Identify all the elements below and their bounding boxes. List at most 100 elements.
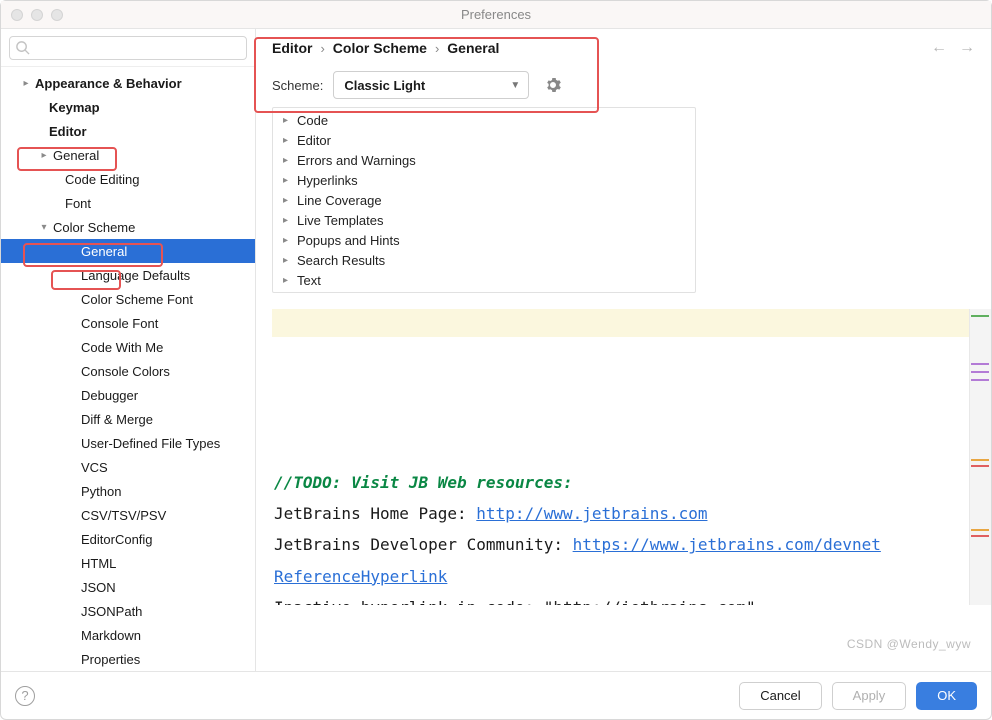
breadcrumb-editor[interactable]: Editor bbox=[272, 40, 312, 56]
tree-item-label: Console Font bbox=[79, 316, 158, 331]
chevron-right-icon: ▸ bbox=[283, 275, 293, 286]
tree-item[interactable]: VCS bbox=[1, 455, 255, 479]
cancel-button[interactable]: Cancel bbox=[739, 682, 821, 710]
category-item[interactable]: ▸Errors and Warnings bbox=[273, 150, 695, 170]
chevron-right-icon: ▸ bbox=[283, 255, 293, 266]
tree-item[interactable]: HTML bbox=[1, 551, 255, 575]
category-label: Errors and Warnings bbox=[297, 153, 416, 168]
spacer bbox=[65, 484, 79, 498]
chevron-right-icon: ▸ bbox=[283, 235, 293, 246]
spacer bbox=[65, 604, 79, 618]
tree-item[interactable]: Debugger bbox=[1, 383, 255, 407]
breadcrumb: Editor › Color Scheme › General bbox=[272, 40, 499, 56]
spacer bbox=[65, 316, 79, 330]
tree-item[interactable]: General bbox=[1, 239, 255, 263]
code-link[interactable]: ReferenceHyperlink bbox=[274, 567, 447, 586]
tree-item[interactable]: EditorConfig bbox=[1, 527, 255, 551]
watermark: CSDN @Wendy_wyw bbox=[847, 637, 971, 651]
scheme-label: Scheme: bbox=[272, 78, 323, 93]
apply-button[interactable]: Apply bbox=[832, 682, 907, 710]
tree-item[interactable]: JSONPath bbox=[1, 599, 255, 623]
help-button[interactable]: ? bbox=[15, 686, 35, 706]
window-title: Preferences bbox=[1, 7, 991, 22]
spacer bbox=[65, 268, 79, 282]
chevron-right-icon: ▸ bbox=[283, 135, 293, 146]
spacer bbox=[65, 556, 79, 570]
tree-item[interactable]: ▸General bbox=[1, 143, 255, 167]
category-item[interactable]: ▸Hyperlinks bbox=[273, 170, 695, 190]
back-icon[interactable]: ← bbox=[931, 39, 947, 57]
category-item[interactable]: ▸Code bbox=[273, 110, 695, 130]
chevron-right-icon: ▸ bbox=[283, 215, 293, 226]
tree-item-label: EditorConfig bbox=[79, 532, 153, 547]
spacer bbox=[33, 124, 47, 138]
tree-item-label: Appearance & Behavior bbox=[33, 76, 182, 91]
tree-item-label: Console Colors bbox=[79, 364, 170, 379]
category-label: Live Templates bbox=[297, 213, 383, 228]
code-link[interactable]: https://www.jetbrains.com/devnet bbox=[573, 535, 881, 554]
tree-item[interactable]: Editor bbox=[1, 119, 255, 143]
category-item[interactable]: ▸Line Coverage bbox=[273, 190, 695, 210]
category-item[interactable]: ▸ Live Templates bbox=[273, 210, 695, 230]
category-item[interactable]: ▸ Popups and Hints bbox=[273, 230, 695, 250]
body: ▸Appearance & BehaviorKeymapEditor▸Gener… bbox=[1, 29, 991, 671]
category-item[interactable]: ▸Text bbox=[273, 270, 695, 290]
tree-item[interactable]: Properties bbox=[1, 647, 255, 671]
tree-item[interactable]: CSV/TSV/PSV bbox=[1, 503, 255, 527]
code-text: " bbox=[746, 598, 756, 605]
tree-item[interactable]: JSON bbox=[1, 575, 255, 599]
tree-item[interactable]: Code With Me bbox=[1, 335, 255, 359]
category-panel[interactable]: ▸Code▸Editor▸Errors and Warnings▸Hyperli… bbox=[272, 107, 696, 293]
spacer bbox=[65, 244, 79, 258]
ok-button[interactable]: OK bbox=[916, 682, 977, 710]
tree-item[interactable]: Console Font bbox=[1, 311, 255, 335]
settings-tree[interactable]: ▸Appearance & BehaviorKeymapEditor▸Gener… bbox=[1, 67, 255, 671]
tree-item[interactable]: Font bbox=[1, 191, 255, 215]
tree-item-label: Color Scheme Font bbox=[79, 292, 193, 307]
scheme-gear-button[interactable] bbox=[539, 71, 567, 99]
tree-item-label: Font bbox=[63, 196, 91, 211]
spacer bbox=[65, 580, 79, 594]
tree-item-label: User-Defined File Types bbox=[79, 436, 220, 451]
category-item[interactable]: ▸Search Results bbox=[273, 250, 695, 270]
tree-item-label: CSV/TSV/PSV bbox=[79, 508, 166, 523]
spacer bbox=[65, 388, 79, 402]
forward-icon[interactable]: → bbox=[959, 39, 975, 57]
breadcrumb-color-scheme[interactable]: Color Scheme bbox=[333, 40, 427, 56]
tree-item[interactable]: Color Scheme Font bbox=[1, 287, 255, 311]
tree-item[interactable]: Language Defaults bbox=[1, 263, 255, 287]
spacer bbox=[65, 412, 79, 426]
chevron-down-icon: ▾ bbox=[37, 220, 51, 234]
titlebar: Preferences bbox=[1, 1, 991, 29]
category-label: Hyperlinks bbox=[297, 173, 358, 188]
category-label: Editor bbox=[297, 133, 331, 148]
tree-item-label: Language Defaults bbox=[79, 268, 190, 283]
chevron-right-icon: ▸ bbox=[37, 148, 51, 162]
main-panel: Editor › Color Scheme › General ← → Sche… bbox=[256, 29, 991, 671]
tree-item-label: Debugger bbox=[79, 388, 138, 403]
tree-item-label: Diff & Merge bbox=[79, 412, 153, 427]
search-input[interactable] bbox=[9, 36, 247, 60]
tree-item[interactable]: ▸Appearance & Behavior bbox=[1, 71, 255, 95]
tree-item[interactable]: Diff & Merge bbox=[1, 407, 255, 431]
tree-item-label: Code Editing bbox=[63, 172, 139, 187]
tree-item[interactable]: Code Editing bbox=[1, 167, 255, 191]
tree-item[interactable]: Python bbox=[1, 479, 255, 503]
spacer bbox=[65, 460, 79, 474]
scheme-select[interactable]: Classic Light ▼ bbox=[333, 71, 529, 99]
tree-item[interactable]: Keymap bbox=[1, 95, 255, 119]
tree-item-label: Markdown bbox=[79, 628, 141, 643]
tree-item[interactable]: ▾Color Scheme bbox=[1, 215, 255, 239]
code-link[interactable]: http://www.jetbrains.com bbox=[476, 504, 707, 523]
spacer bbox=[65, 532, 79, 546]
tree-item-label: JSON bbox=[79, 580, 116, 595]
spacer bbox=[33, 100, 47, 114]
tree-item[interactable]: Markdown bbox=[1, 623, 255, 647]
tree-item[interactable]: User-Defined File Types bbox=[1, 431, 255, 455]
preview-panel: //TODO: Visit JB Web resources: JetBrain… bbox=[264, 305, 991, 605]
spacer bbox=[49, 172, 63, 186]
category-item[interactable]: ▸ Editor bbox=[273, 130, 695, 150]
category-label: Popups and Hints bbox=[297, 233, 400, 248]
category-label: Line Coverage bbox=[297, 193, 382, 208]
tree-item[interactable]: Console Colors bbox=[1, 359, 255, 383]
